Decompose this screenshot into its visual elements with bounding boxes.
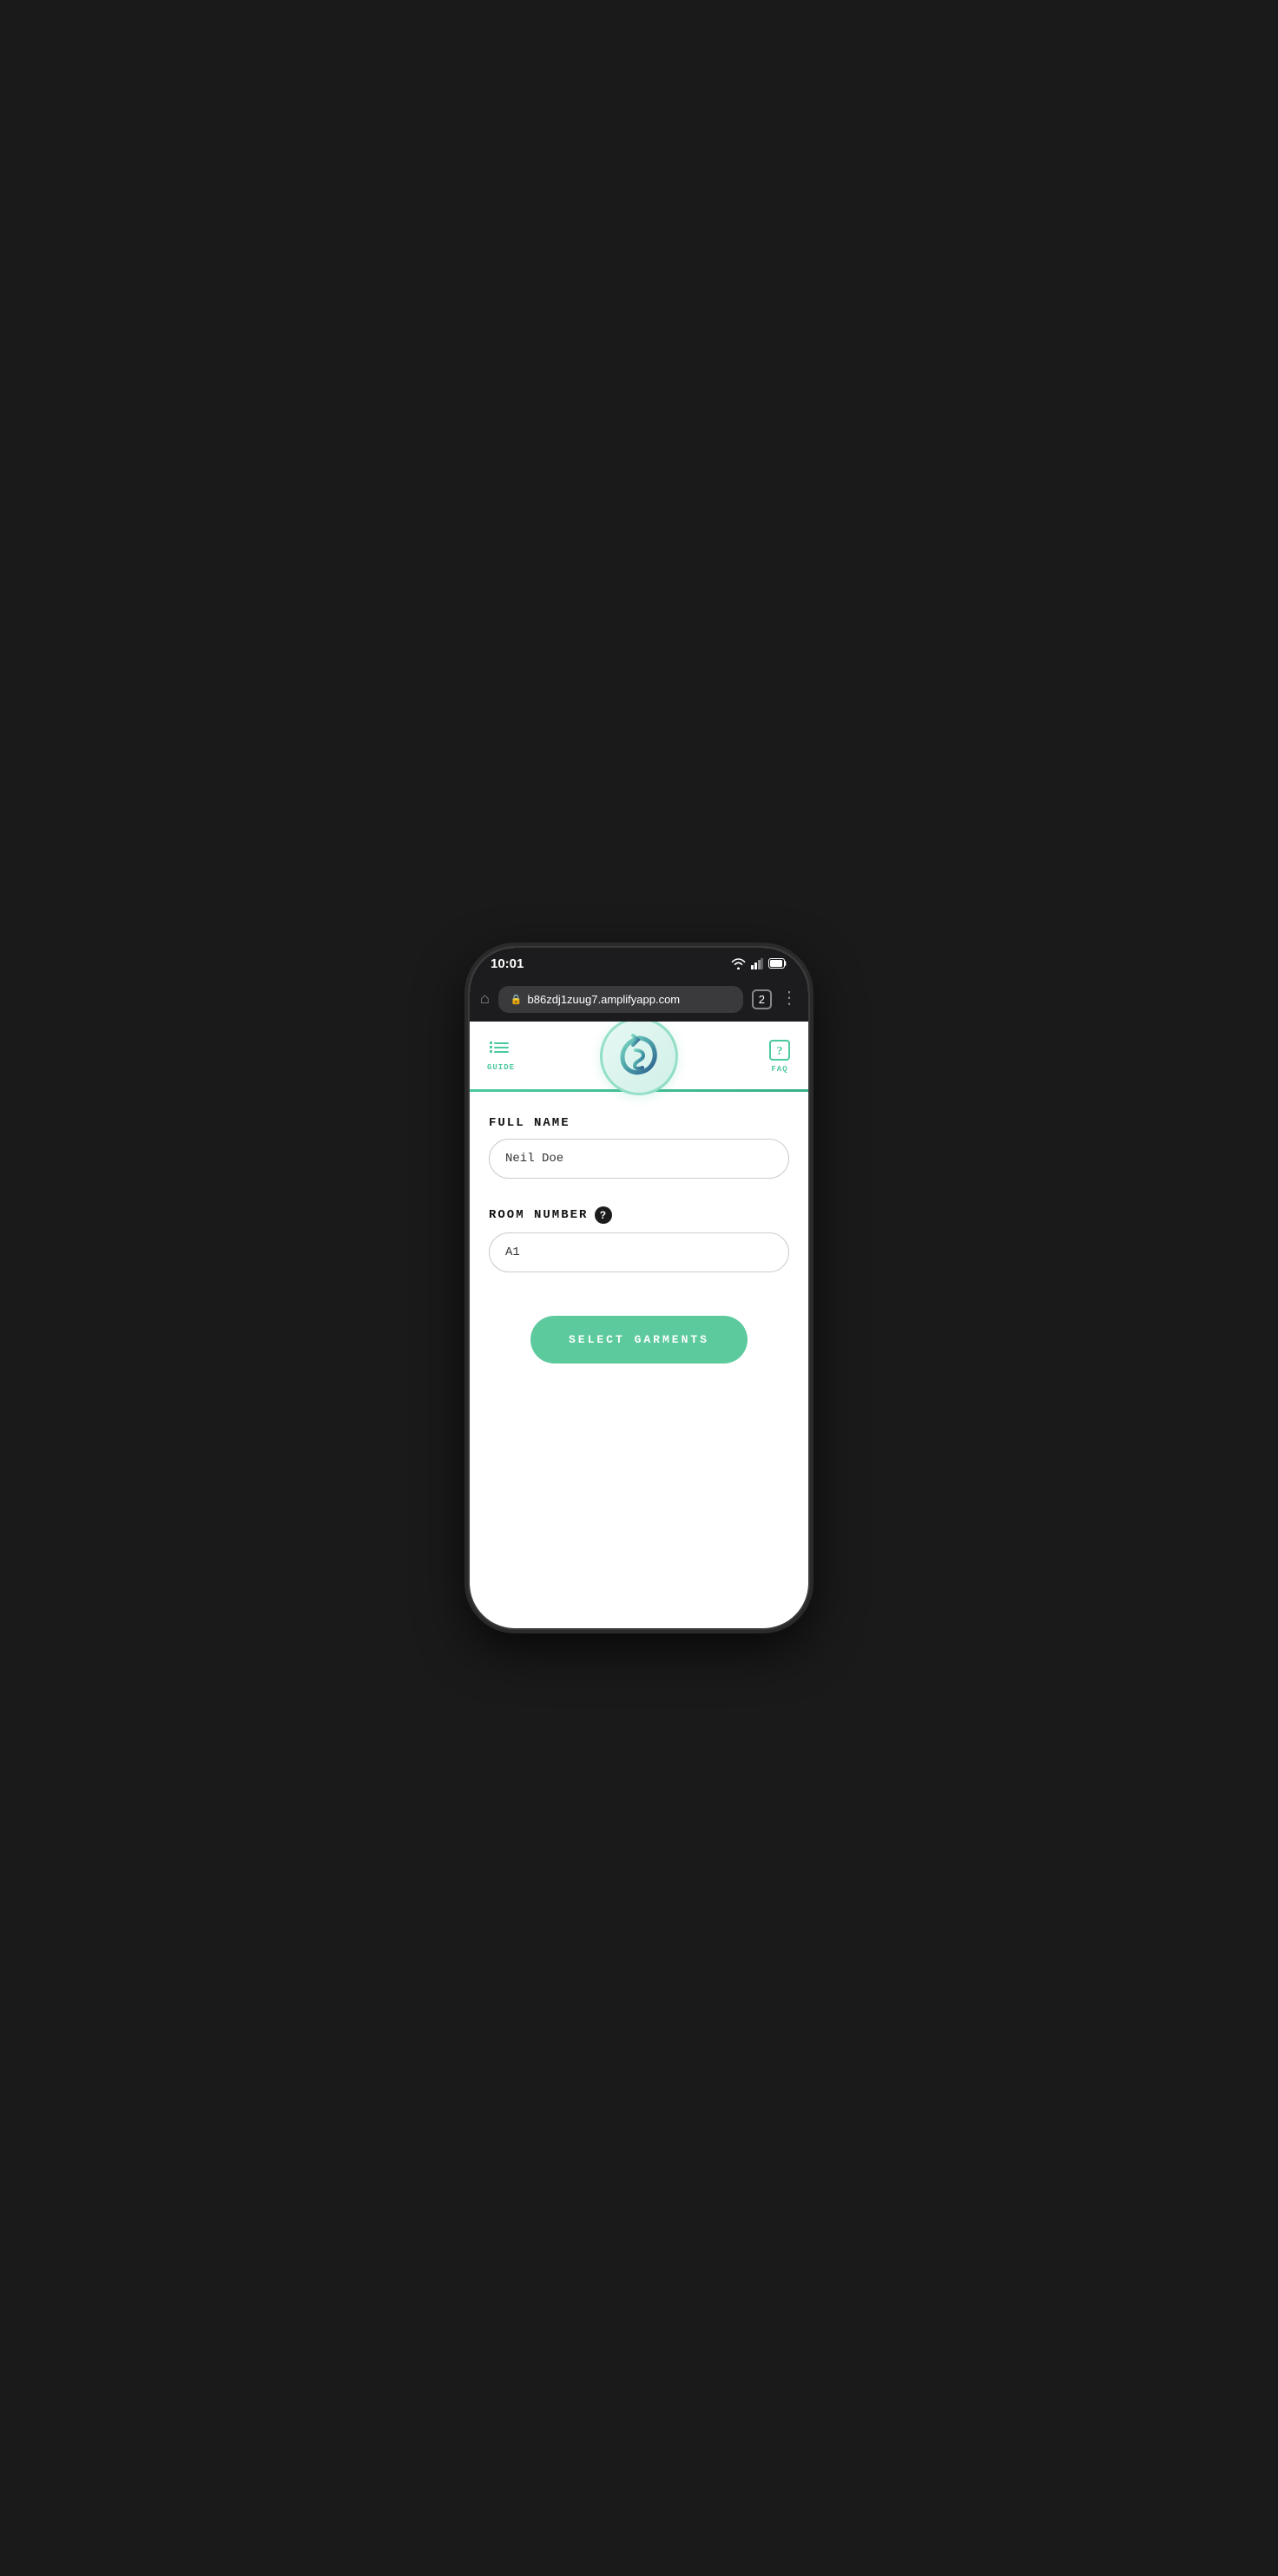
guide-label: GUIDE <box>487 1063 515 1072</box>
status-bar: 10:01 <box>470 948 808 979</box>
faq-icon: ? <box>768 1039 791 1061</box>
room-number-group: ROOM NUMBER ? <box>489 1206 789 1293</box>
lock-icon: 🔒 <box>511 994 523 1006</box>
status-icons <box>731 958 787 969</box>
status-time: 10:01 <box>491 956 524 971</box>
room-number-help-icon[interactable]: ? <box>595 1206 612 1224</box>
logo-svg <box>614 1031 664 1081</box>
battery-icon <box>768 958 787 969</box>
phone-frame: 10:01 <box>470 948 808 1628</box>
app-content: GUIDE <box>470 1022 808 1628</box>
room-number-label: ROOM NUMBER ? <box>489 1206 789 1224</box>
wifi-icon <box>731 958 746 969</box>
guide-nav[interactable]: GUIDE <box>487 1041 515 1072</box>
room-number-input[interactable] <box>489 1232 789 1272</box>
full-name-group: FULL NAME <box>489 1116 789 1199</box>
browser-menu-button[interactable]: ⋮ <box>781 991 798 1009</box>
select-garments-button[interactable]: SELECT GARMENTS <box>530 1316 747 1364</box>
browser-chrome: ⌂ 🔒 b86zdj1zuug7.amplifyapp.com 2 ⋮ <box>470 979 808 1022</box>
home-button[interactable]: ⌂ <box>480 991 490 1009</box>
form-area: FULL NAME ROOM NUMBER ? SELECT GARMENTS <box>470 1092 808 1388</box>
guide-icon <box>490 1041 512 1060</box>
svg-text:?: ? <box>777 1045 783 1058</box>
url-bar[interactable]: 🔒 b86zdj1zuug7.amplifyapp.com <box>498 986 743 1013</box>
tab-count-button[interactable]: 2 <box>752 989 772 1009</box>
full-name-label: FULL NAME <box>489 1116 789 1130</box>
logo-container <box>600 1022 678 1095</box>
app-header: GUIDE <box>470 1022 808 1074</box>
phone-screen: 10:01 <box>470 948 808 1628</box>
full-name-input[interactable] <box>489 1139 789 1179</box>
faq-nav[interactable]: ? FAQ <box>768 1039 791 1074</box>
url-text: b86zdj1zuug7.amplifyapp.com <box>528 993 681 1006</box>
logo-circle <box>600 1022 678 1095</box>
signal-icon <box>751 958 763 969</box>
faq-label: FAQ <box>771 1065 787 1074</box>
